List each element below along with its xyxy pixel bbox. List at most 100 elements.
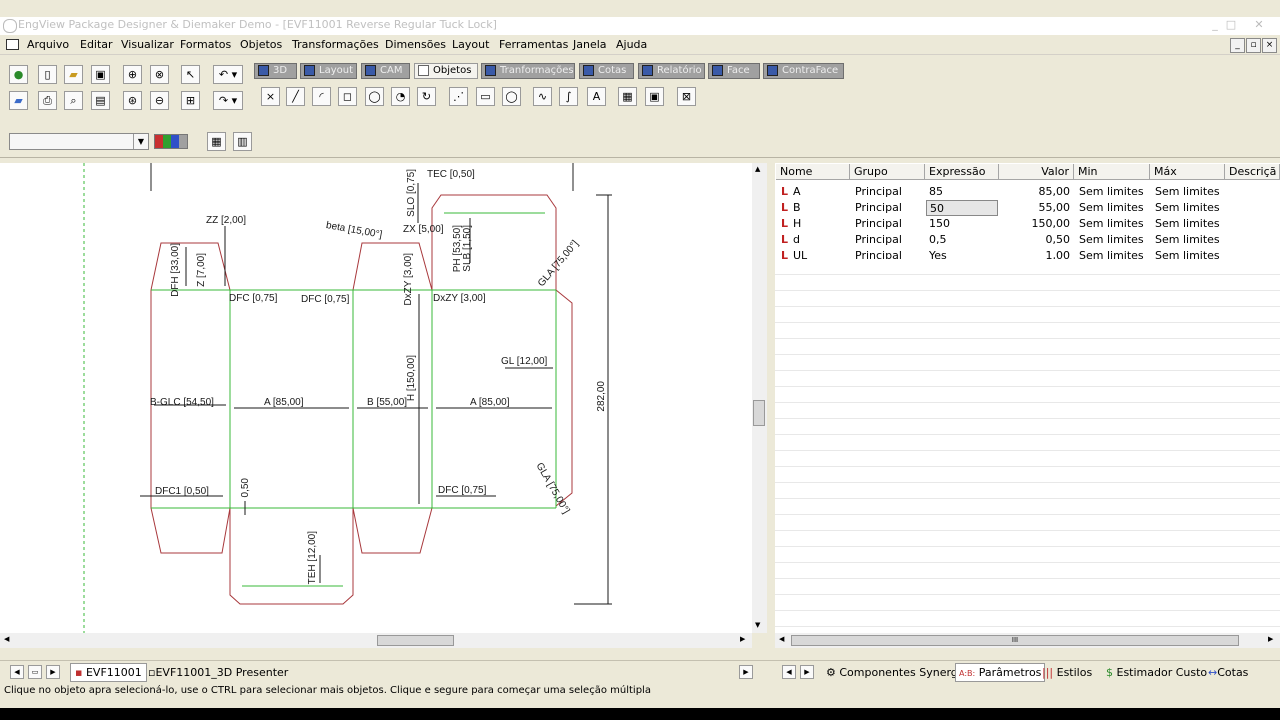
corner-tool-icon[interactable]: ◻ <box>338 87 357 106</box>
dim-label-z[interactable]: Z [7,00] <box>196 253 207 287</box>
select-arrow-icon[interactable]: ↖ <box>181 65 200 84</box>
grid-hscrollbar[interactable]: ◀ III ▶ <box>775 633 1280 648</box>
open-file-button[interactable]: ▰ <box>64 65 83 84</box>
rotate-tool-icon[interactable]: ↻ <box>417 87 436 106</box>
dim-label-slo[interactable]: SLO [0,75] <box>406 169 417 217</box>
zoom-fit-icon[interactable]: ⊛ <box>123 91 142 110</box>
zoom-window-icon[interactable]: ⊗ <box>150 65 169 84</box>
panel-prev-icon[interactable]: ◀ <box>782 665 796 679</box>
panel-next-icon[interactable]: ▶ <box>800 665 814 679</box>
grid-hscroll-thumb[interactable]: III <box>791 635 1239 646</box>
dim-label-slb[interactable]: SLB [1,50] <box>462 225 473 272</box>
sheet-first-icon[interactable]: ◀ <box>10 665 24 679</box>
zoom-in-icon[interactable]: ⊕ <box>123 65 142 84</box>
sheet-tab-evf11001[interactable]: ▪ EVF11001 <box>70 663 147 682</box>
ellipse-tool-icon[interactable]: ◯ <box>502 87 521 106</box>
col-header-nome[interactable]: Nome <box>776 164 850 180</box>
sheet-next-icon[interactable]: ▶ <box>46 665 60 679</box>
open-folder-icon[interactable]: ▰ <box>9 91 28 110</box>
dim-label-b1[interactable]: B [55,00] <box>367 397 407 408</box>
point-tool-icon[interactable]: × <box>261 87 280 106</box>
scroll-up-icon[interactable]: ▲ <box>755 165 760 173</box>
print-preview-icon[interactable]: ⌕ <box>64 91 83 110</box>
menu-transformacoes[interactable]: Transformações <box>292 38 379 51</box>
panel-tab-cotas[interactable]: ↔Cotas <box>1208 664 1248 681</box>
param-expression[interactable]: 85 <box>926 184 1001 200</box>
undo-button[interactable]: ↶ ▾ <box>213 65 243 84</box>
dim-label-h150[interactable]: H [150,00] <box>406 355 417 401</box>
tab-layout[interactable]: Layout <box>300 63 357 79</box>
col-header-valor[interactable]: Valor <box>999 164 1074 180</box>
grid-scroll-left-icon[interactable]: ◀ <box>779 635 784 643</box>
col-header-grupo[interactable]: Grupo <box>850 164 925 180</box>
image-tool-icon[interactable]: ▣ <box>645 87 664 106</box>
scroll-left-icon[interactable]: ◀ <box>4 635 9 643</box>
scroll-down-icon[interactable]: ▼ <box>755 621 760 629</box>
dim-label-dxzy1[interactable]: DxZY [3,00] <box>403 253 414 306</box>
save-button[interactable]: ▣ <box>91 65 110 84</box>
menu-objetos[interactable]: Objetos <box>240 38 282 51</box>
maximize-button[interactable]: □ <box>1223 18 1239 32</box>
dim-label-dfc1[interactable]: DFC [0,75] <box>229 293 277 304</box>
grid-icon[interactable]: ⊞ <box>181 91 200 110</box>
tab-transformacoes[interactable]: Tranformações <box>481 63 575 79</box>
properties-icon[interactable]: ▤ <box>91 91 110 110</box>
panel-tab-estilos[interactable]: ||| Estilos <box>1042 664 1092 681</box>
grid-scroll-right-icon[interactable]: ▶ <box>1268 635 1273 643</box>
panel-tab-componentes[interactable]: ⚙ Componentes Synergy <box>826 664 964 681</box>
drawing-hscrollbar[interactable]: ◀ ▶ <box>0 633 752 648</box>
dim-label-dxzy2[interactable]: DxZY [3,00] <box>433 293 486 304</box>
panel-tab-estimador[interactable]: $ Estimador Custo <box>1106 664 1207 681</box>
dim-label-gl[interactable]: GL [12,00] <box>501 356 547 367</box>
drawing-hscroll-thumb[interactable] <box>377 635 454 646</box>
dim-label-zx[interactable]: ZX [5,00] <box>403 224 444 235</box>
bezier-tool-icon[interactable]: ◔ <box>391 87 410 106</box>
dim-label-bglc[interactable]: B-GLC [54,50] <box>150 397 214 408</box>
drawing-canvas[interactable]: TEC [0,50] SLO [0,75] ZZ [2,00] beta [15,00… <box>0 163 752 633</box>
circle-tool-icon[interactable]: ◯ <box>365 87 384 106</box>
close-button[interactable]: ✕ <box>1251 18 1267 32</box>
text-tool-icon[interactable]: A <box>587 87 606 106</box>
col-header-expressao[interactable]: Expressão <box>925 164 999 180</box>
measure-tool-icon[interactable]: ⋰ <box>449 87 468 106</box>
menu-visualizar[interactable]: Visualizar <box>121 38 174 51</box>
table-row[interactable]: L H Principal 150 150,00 Sem limites Sem limit… <box>775 216 1280 232</box>
color-palette-icon[interactable] <box>154 134 188 149</box>
dim-label-zz[interactable]: ZZ [2,00] <box>206 215 246 226</box>
tab-face[interactable]: Face <box>708 63 760 79</box>
dim-label-teh[interactable]: TEH [12,00] <box>307 531 318 584</box>
dim-label-tec[interactable]: TEC [0,50] <box>427 169 475 180</box>
new-file-button[interactable]: ▯ <box>38 65 57 84</box>
sheet-tab-3d-presenter[interactable]: ▫EVF11001_3D Presenter <box>148 664 288 681</box>
param-expression[interactable]: 0,5 <box>926 232 1001 248</box>
drawing-vscrollbar[interactable]: ▲ ▼ <box>752 163 767 633</box>
chevron-down-icon[interactable]: ▼ <box>133 134 148 149</box>
col-header-descricao[interactable]: Descriçã <box>1225 164 1280 180</box>
dim-label-dfc2[interactable]: DFC [0,75] <box>301 294 349 305</box>
dim-label-d050[interactable]: 0,50 <box>240 478 251 497</box>
spline-tool-icon[interactable]: ∿ <box>533 87 552 106</box>
mdi-minimize-button[interactable]: _ <box>1230 38 1245 53</box>
menu-ferramentas[interactable]: Ferramentas <box>499 38 568 51</box>
menu-ajuda[interactable]: Ajuda <box>616 38 647 51</box>
panel-tab-parametros[interactable]: A:B: Parâmetros <box>955 663 1046 682</box>
table-row[interactable]: Ld Principal 0,5 0,50 Sem limites Sem limites <box>775 232 1280 248</box>
line-style-combo[interactable]: ▼ <box>9 133 149 150</box>
tab-cam[interactable]: CAM <box>361 63 410 79</box>
mdi-restore-button[interactable]: ▫ <box>1246 38 1261 53</box>
sheet-scroll-right-icon[interactable]: ▶ <box>739 665 753 679</box>
menu-janela[interactable]: Janela <box>573 38 607 51</box>
col-header-min[interactable]: Min <box>1074 164 1150 180</box>
minimize-button[interactable]: _ <box>1207 18 1223 32</box>
zoom-out-icon[interactable]: ⊖ <box>150 91 169 110</box>
dim-label-dfh[interactable]: DFH [33,00] <box>170 243 181 297</box>
arc-tool-icon[interactable]: ◜ <box>312 87 331 106</box>
tab-3d[interactable]: 3D <box>254 63 297 79</box>
layer-props-icon[interactable]: ▥ <box>233 132 252 151</box>
param-expression[interactable]: 150 <box>926 216 1001 232</box>
col-header-max[interactable]: Máx <box>1150 164 1225 180</box>
menu-formatos[interactable]: Formatos <box>180 38 231 51</box>
scroll-right-icon[interactable]: ▶ <box>740 635 745 643</box>
mdi-close-button[interactable]: × <box>1262 38 1277 53</box>
redo-button[interactable]: ↷ ▾ <box>213 91 243 110</box>
